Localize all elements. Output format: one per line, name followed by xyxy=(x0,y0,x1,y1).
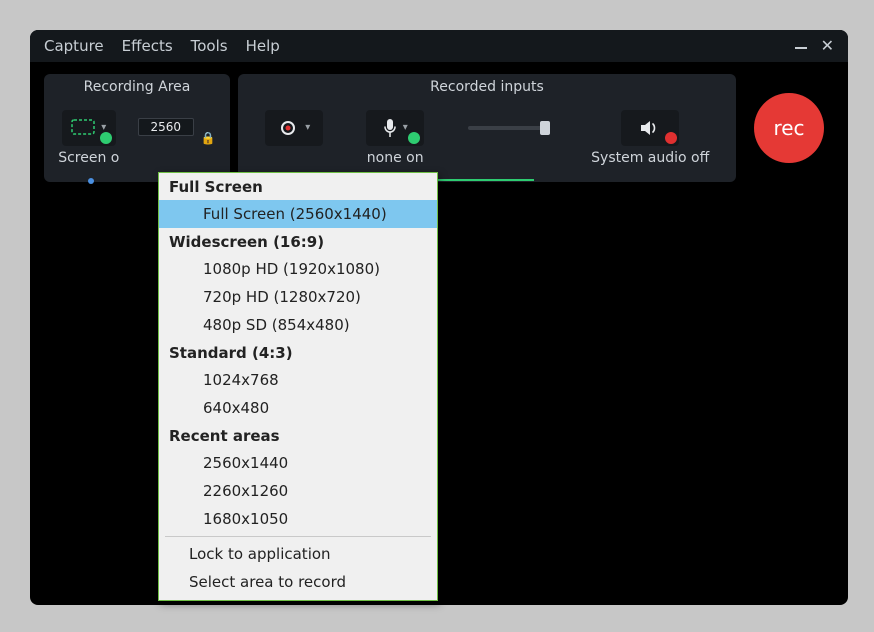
slider-label xyxy=(505,150,509,166)
app-window: Capture Effects Tools Help ✕ Recording A… xyxy=(30,30,848,605)
speaker-icon xyxy=(639,119,661,137)
minimize-icon[interactable] xyxy=(795,47,807,49)
menu-tools[interactable]: Tools xyxy=(191,37,228,55)
system-audio-label: System audio off xyxy=(591,150,709,166)
recording-area-title: Recording Area xyxy=(44,74,230,97)
dropdown-group-label: Widescreen (16:9) xyxy=(159,228,437,255)
camera-label xyxy=(292,150,296,166)
dropdown-separator xyxy=(165,536,431,537)
window-controls: ✕ xyxy=(795,38,834,54)
camera-button[interactable]: ▾ xyxy=(265,110,323,146)
camera-icon xyxy=(277,120,299,136)
width-input[interactable] xyxy=(138,118,194,136)
status-ok-icon xyxy=(408,132,420,144)
dropdown-action-select-area[interactable]: Select area to record xyxy=(159,568,437,596)
microphone-button[interactable]: ▾ xyxy=(366,110,424,146)
recorded-inputs-panel: Recorded inputs ▾ xyxy=(238,74,736,182)
menu-effects[interactable]: Effects xyxy=(122,37,173,55)
dropdown-item[interactable]: 1024x768 xyxy=(159,366,437,394)
microphone-label: none on xyxy=(367,150,424,166)
status-off-icon xyxy=(665,132,677,144)
dropdown-action-lock[interactable]: Lock to application xyxy=(159,540,437,568)
dropdown-item[interactable]: 2260x1260 xyxy=(159,477,437,505)
dropdown-item[interactable]: 2560x1440 xyxy=(159,449,437,477)
recording-area-panel: Recording Area ▾ Screen o xyxy=(44,74,230,182)
toolbar: Recording Area ▾ Screen o xyxy=(44,74,834,182)
dropdown-item[interactable]: 480p SD (854x480) xyxy=(159,311,437,339)
dropdown-group-label: Standard (4:3) xyxy=(159,339,437,366)
screen-select-button[interactable]: ▾ xyxy=(62,110,116,146)
menu-help[interactable]: Help xyxy=(246,37,280,55)
microphone-icon xyxy=(383,118,397,138)
dropdown-group-label: Recent areas xyxy=(159,422,437,449)
chevron-down-icon: ▾ xyxy=(305,122,310,133)
screen-area-icon xyxy=(71,119,95,137)
system-audio-button[interactable] xyxy=(621,110,679,146)
dropdown-item[interactable]: 640x480 xyxy=(159,394,437,422)
menu-capture[interactable]: Capture xyxy=(44,37,104,55)
close-icon[interactable]: ✕ xyxy=(821,38,834,54)
slider-thumb[interactable] xyxy=(540,121,550,135)
dropdown-item[interactable]: 1680x1050 xyxy=(159,505,437,533)
dropdown-group-label: Full Screen xyxy=(159,173,437,200)
mic-volume-slider[interactable] xyxy=(468,126,548,130)
lock-icon[interactable]: 🔒 xyxy=(201,131,216,145)
recorded-inputs-title: Recorded inputs xyxy=(238,74,736,97)
dimension-fields xyxy=(138,118,194,157)
dropdown-item[interactable]: 720p HD (1280x720) xyxy=(159,283,437,311)
area-preset-dropdown: Full Screen Full Screen (2560x1440) Wide… xyxy=(158,172,438,601)
chevron-down-icon: ▾ xyxy=(403,122,408,133)
record-button-label: rec xyxy=(773,116,804,140)
menubar: Capture Effects Tools Help ✕ xyxy=(30,30,848,62)
dropdown-item[interactable]: Full Screen (2560x1440) xyxy=(159,200,437,228)
status-ok-icon xyxy=(100,132,112,144)
dropdown-item[interactable]: 1080p HD (1920x1080) xyxy=(159,255,437,283)
record-button[interactable]: rec xyxy=(754,93,824,163)
screen-label: Screen o xyxy=(58,150,119,166)
